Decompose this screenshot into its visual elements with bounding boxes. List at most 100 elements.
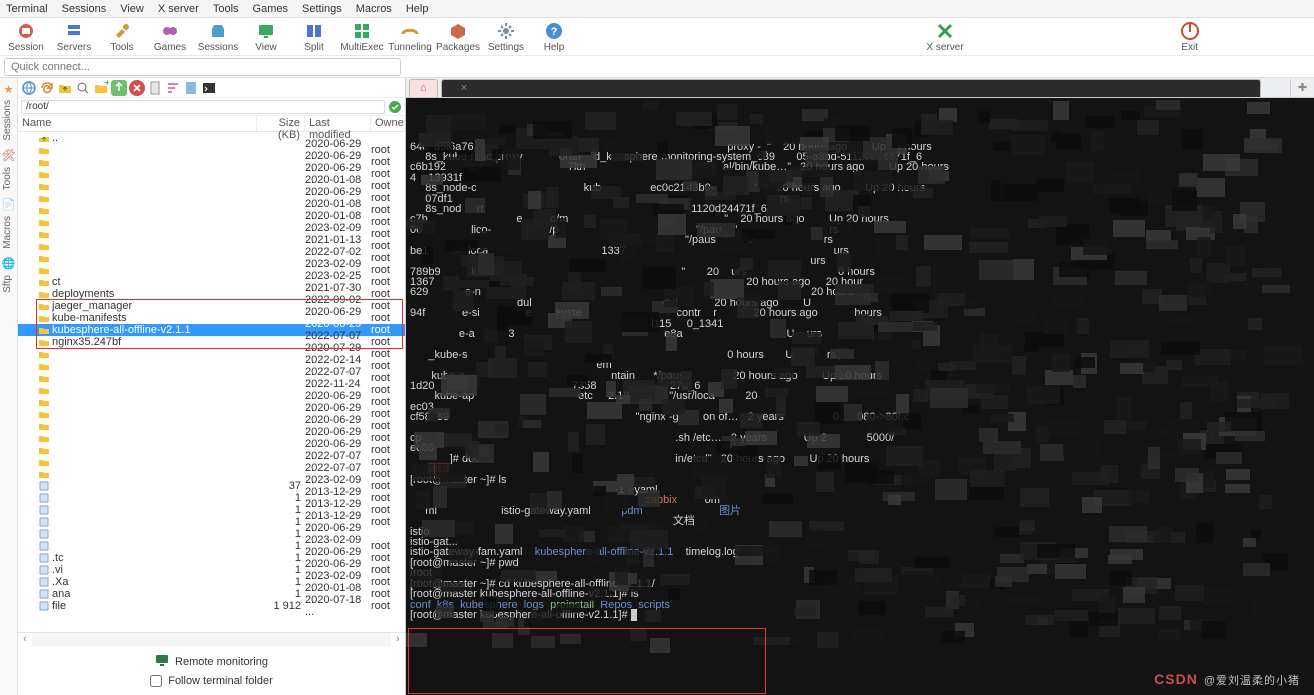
menu-macros[interactable]: Macros [356, 3, 392, 15]
tool-servers[interactable]: Servers [52, 21, 96, 53]
new-tab-button[interactable]: ✚ [1290, 79, 1314, 97]
file-modified: 2020-07-18 ... [305, 594, 371, 618]
tool-label: Tunneling [388, 42, 432, 53]
remote-monitoring-label[interactable]: Remote monitoring [175, 656, 268, 668]
sftp-tab[interactable]: 🌐Sftp [2, 257, 16, 293]
tool-exit[interactable]: Exit [1069, 21, 1310, 53]
tool-split[interactable]: Split [292, 21, 336, 53]
menu-games[interactable]: Games [253, 3, 288, 15]
tool-label: Session [8, 42, 44, 53]
watermark-text: @爱刘温柔的小猪 [1204, 675, 1300, 687]
sort-icon[interactable] [165, 80, 181, 96]
folder-up-icon[interactable] [57, 80, 73, 96]
search-icon[interactable] [75, 80, 91, 96]
menu-help[interactable]: Help [406, 3, 429, 15]
file-icon [38, 529, 50, 539]
tool-packages[interactable]: Packages [436, 21, 480, 53]
terminal[interactable]: 64c d5f6a76 proxy -_" 20 hours ago Up 20… [406, 98, 1314, 695]
file-icon [38, 553, 50, 563]
session-tab[interactable]: × [441, 79, 1261, 97]
quick-connect-input[interactable] [4, 58, 401, 76]
split-icon [304, 21, 324, 41]
close-tab-icon[interactable]: × [461, 82, 467, 94]
menu-xserver[interactable]: X server [158, 3, 199, 15]
terminal-highlight-box [408, 628, 766, 694]
file-list[interactable]: ..2020-06-29 ...root2020-06-29 ...root20… [18, 132, 405, 632]
file-owner: root [371, 156, 405, 168]
folder-icon [38, 217, 50, 227]
sftp-footer: Remote monitoring Follow terminal folder [18, 646, 405, 695]
folder-icon [38, 145, 50, 155]
menu-view[interactable]: View [120, 3, 144, 15]
hscrollbar[interactable]: ‹› [18, 632, 405, 646]
menu-terminal[interactable]: Terminal [6, 3, 48, 15]
sessions-tab[interactable]: ★Sessions [2, 82, 16, 141]
exit-icon [1180, 21, 1200, 41]
file-owner: root [371, 372, 405, 384]
file-size: 1 [257, 492, 305, 504]
tools-tab[interactable]: 🛠 Tools [2, 149, 16, 190]
packages-icon [448, 21, 468, 41]
tool-sessions[interactable]: Sessions [196, 21, 240, 53]
tool-settings[interactable]: Settings [484, 21, 528, 53]
tool-label: Settings [488, 42, 524, 53]
folder-icon [38, 409, 50, 419]
tool-tunneling[interactable]: Tunneling [388, 21, 432, 53]
tool-xserver[interactable]: X server [825, 21, 1066, 53]
file-owner: root [371, 588, 405, 600]
properties-icon[interactable] [183, 80, 199, 96]
tool-tools[interactable]: Tools [100, 21, 144, 53]
path-input[interactable] [21, 100, 385, 114]
terminal-icon[interactable] [201, 80, 217, 96]
tool-games[interactable]: Games [148, 21, 192, 53]
refresh-icon[interactable] [39, 80, 55, 96]
upload-icon[interactable] [111, 80, 127, 96]
tool-session[interactable]: Session [4, 21, 48, 53]
tool-view[interactable]: View [244, 21, 288, 53]
file-owner: root [371, 192, 405, 204]
file-icon [38, 481, 50, 491]
file-size: 1 [257, 552, 305, 564]
file-size: 1 912 [257, 600, 305, 612]
quick-connect-row [0, 56, 1314, 78]
tool-multiexec[interactable]: MultiExec [340, 21, 384, 53]
col-size[interactable]: Size (KB) [257, 116, 305, 131]
home-tab[interactable]: ⌂ [409, 79, 438, 97]
file-owner: root [371, 228, 405, 240]
menu-settings[interactable]: Settings [302, 3, 342, 15]
folder-icon [38, 181, 50, 191]
globe-icon[interactable] [21, 80, 37, 96]
macros-tab-label: Macros [2, 216, 13, 249]
menu-sessions[interactable]: Sessions [62, 3, 107, 15]
sftp-tab-label: Sftp [2, 275, 13, 293]
new-file-icon[interactable] [147, 80, 163, 96]
folder-icon [38, 241, 50, 251]
folder-icon [38, 433, 50, 443]
new-folder-icon[interactable]: + [93, 80, 109, 96]
menu-tools[interactable]: Tools [213, 3, 239, 15]
file-owner: root [371, 144, 405, 156]
file-owner: root [371, 564, 405, 576]
col-owner[interactable]: Owne [371, 116, 405, 131]
tools-tab-label: Tools [2, 167, 13, 190]
file-owner: root [371, 204, 405, 216]
file-name: .vi [52, 564, 257, 576]
tools-tab-icon: 🛠 [2, 149, 16, 163]
file-size: 1 [257, 540, 305, 552]
follow-terminal-checkbox[interactable] [150, 675, 162, 687]
file-owner: root [371, 324, 405, 336]
file-row[interactable]: file1 9122020-07-18 ...root [18, 600, 405, 612]
col-name[interactable]: Name [18, 116, 257, 131]
folder-icon [38, 277, 50, 287]
file-owner: root [371, 264, 405, 276]
file-header[interactable]: Name Size (KB) Last modified Owne [18, 116, 405, 132]
delete-icon[interactable] [129, 80, 145, 96]
servers-icon [64, 21, 84, 41]
help-icon: ? [544, 21, 564, 41]
file-owner: root [371, 288, 405, 300]
folder-icon [38, 445, 50, 455]
tool-help[interactable]: ?Help [532, 21, 576, 53]
macros-tab[interactable]: 📄Macros [2, 198, 16, 249]
file-icon [38, 565, 50, 575]
col-modified[interactable]: Last modified [305, 116, 371, 131]
